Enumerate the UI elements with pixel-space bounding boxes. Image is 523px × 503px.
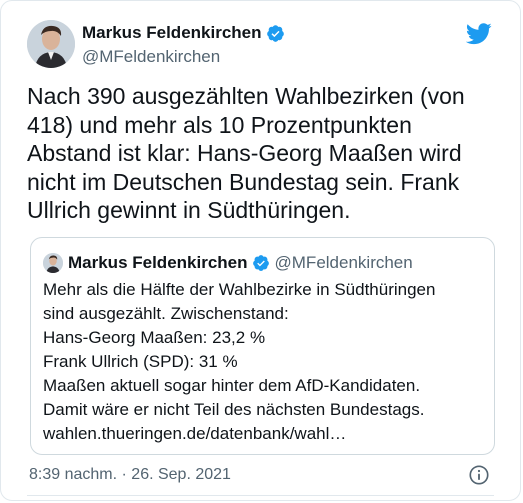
tweet-card: Markus Feldenkirchen @MFeldenkirchen Nac… bbox=[0, 0, 521, 501]
quoted-tweet-text: Mehr als die Hälfte der Wahlbezirke in S… bbox=[43, 278, 488, 446]
quoted-text-line: Frank Ullrich (SPD): 31 % bbox=[43, 352, 238, 371]
quoted-text-line: sind ausgezählt. Zwischenstand: bbox=[43, 304, 289, 323]
tweet-text-line: nicht im Deutschen Bundestag sein. Frank bbox=[27, 168, 460, 195]
author-name-row[interactable]: Markus Feldenkirchen bbox=[82, 22, 285, 44]
tweet-text-line: Abstand ist klar: Hans-Georg Maaßen wird bbox=[27, 140, 462, 166]
quoted-text-line: Maaßen aktuell sogar hinter dem AfD-Kand… bbox=[43, 376, 421, 395]
tweet-text-line: Ullrich gewinnt in Südthüringen. bbox=[27, 197, 351, 223]
quoted-avatar bbox=[43, 253, 63, 273]
verified-badge-icon bbox=[266, 24, 284, 42]
quoted-text-line: Damit wäre er nicht Teil des nächsten Bu… bbox=[43, 400, 425, 419]
avatar-image bbox=[27, 20, 75, 68]
author-handle[interactable]: @MFeldenkirchen bbox=[82, 46, 220, 68]
tweet-time: 8:39 nachm. bbox=[29, 466, 118, 483]
tweet-text-line: 418) und mehr als 10 Prozentpunkten bbox=[27, 111, 412, 138]
twitter-bird-icon[interactable] bbox=[466, 23, 492, 45]
quoted-header: Markus Feldenkirchen @MFeldenkirchen bbox=[68, 252, 413, 274]
quoted-avatar-image bbox=[43, 253, 63, 273]
divider bbox=[27, 495, 494, 496]
tweet-text: Nach 390 ausgezählten Wahlbezirken (von … bbox=[27, 82, 497, 225]
verified-badge-icon bbox=[252, 255, 269, 271]
tweet-timestamp[interactable]: 8:39 nachm. · 26. Sep. 2021 bbox=[29, 464, 231, 486]
quoted-link[interactable]: wahlen.thueringen.de/datenbank/wahl… bbox=[43, 422, 488, 446]
tweet-date: 26. Sep. 2021 bbox=[131, 466, 231, 483]
quoted-author-name: Markus Feldenkirchen bbox=[68, 253, 248, 272]
info-icon[interactable] bbox=[468, 464, 490, 486]
avatar[interactable] bbox=[27, 20, 75, 68]
quoted-text-line: Mehr als die Hälfte der Wahlbezirke in S… bbox=[43, 280, 436, 299]
quoted-text-line: Hans-Georg Maaßen: 23,2 % bbox=[43, 328, 266, 347]
author-name[interactable]: Markus Feldenkirchen bbox=[82, 22, 262, 44]
quoted-tweet[interactable]: Markus Feldenkirchen @MFeldenkirchen Meh… bbox=[30, 237, 495, 455]
tweet-text-line: Nach 390 ausgezählten Wahlbezirken (von bbox=[27, 83, 465, 109]
meta-separator: · bbox=[121, 466, 127, 483]
quoted-author-handle: @MFeldenkirchen bbox=[274, 253, 413, 272]
